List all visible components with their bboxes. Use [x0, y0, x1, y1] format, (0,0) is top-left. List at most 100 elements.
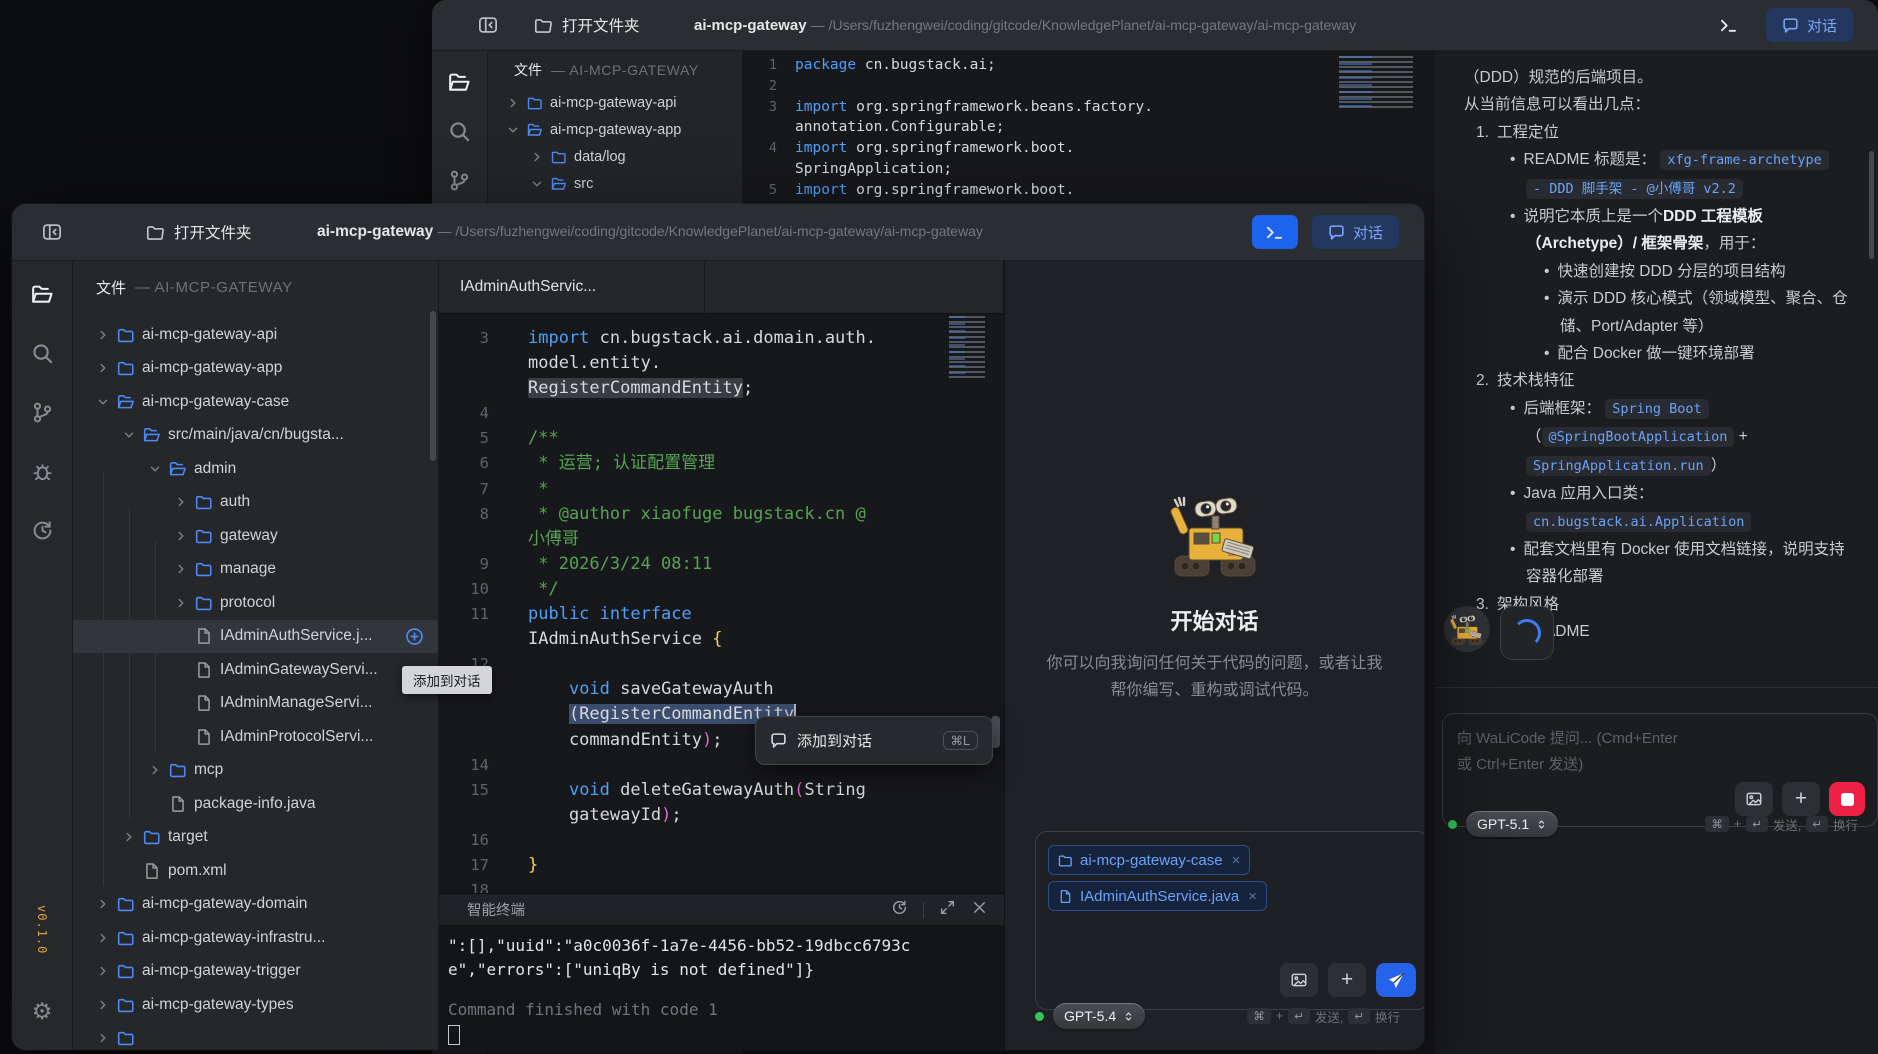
tab-iadminauthservice[interactable]: IAdminAuthServic... — [439, 261, 705, 313]
tree-item[interactable]: gateway — [73, 519, 438, 553]
terminal-button[interactable] — [1706, 8, 1752, 42]
file-icon — [169, 795, 187, 813]
code-line: 4import org.springframework.boot. — [743, 138, 1433, 159]
search-icon[interactable] — [31, 342, 54, 365]
toggle-sidebar-button[interactable] — [472, 9, 504, 41]
history-icon[interactable] — [31, 519, 54, 542]
chevron-icon — [148, 763, 162, 777]
minimap[interactable] — [1339, 56, 1413, 111]
walle-robot-illustration — [1164, 486, 1266, 582]
chat-empty-state: 开始对话 你可以向我询问任何关于代码的问题，或者让我 帮你编写、重构或调试代码。 — [1005, 486, 1424, 704]
explorer-header: 文件 — AI-MCP-GATEWAY — [488, 51, 742, 89]
chevron-icon — [530, 150, 544, 164]
fg-chat-input[interactable]: ai-mcp-gateway-case× IAdminAuthService.ja… — [1035, 831, 1424, 1010]
tree-item[interactable]: ai-mcp-gateway-infrastru... — [73, 921, 438, 955]
assistant-text-line: （@SpringBootApplication + — [1464, 423, 1856, 451]
settings-gear-icon[interactable]: ⚙ — [32, 1000, 53, 1023]
foreground-ide-window: 打开文件夹 ai-mcp-gateway — /Users/fuzhengwei… — [12, 204, 1424, 1050]
tree-item[interactable]: ai-mcp-gateway-types — [73, 988, 438, 1022]
folder-icon — [195, 594, 213, 612]
folder-open-icon — [117, 393, 135, 411]
tree-item[interactable]: auth — [73, 486, 438, 520]
tree-item-label: pom.xml — [168, 862, 227, 880]
scrollbar[interactable] — [430, 311, 436, 461]
tree-item[interactable]: ai-mcp-gateway-api — [73, 318, 438, 352]
send-button[interactable] — [1376, 963, 1416, 997]
tree-item[interactable]: IAdminAuthService.j... — [73, 620, 438, 654]
tree-item[interactable]: ai-mcp-gateway-trigger — [73, 955, 438, 989]
source-control-icon[interactable] — [448, 169, 471, 192]
explorer-header: 文件 — AI-MCP-GATEWAY — [73, 261, 438, 314]
terminal-close-icon[interactable] — [971, 899, 988, 920]
chat-toggle-button[interactable]: 对话 — [1766, 8, 1853, 42]
tree-item[interactable]: ai-mcp-gateway-domain — [73, 888, 438, 922]
explorer-icon[interactable] — [31, 283, 54, 306]
tree-item-label: admin — [194, 460, 236, 478]
tree-item[interactable]: ai-mcp-gateway-app — [73, 352, 438, 386]
tree-item-label: IAdminGatewayServi... — [220, 661, 378, 679]
file-icon — [195, 627, 213, 645]
tree-item-label: src/main/java/cn/bugsta... — [168, 426, 344, 444]
tree-item[interactable]: manage — [73, 553, 438, 587]
assistant-text-line: •后端框架： Spring Boot — [1464, 395, 1856, 423]
remove-chip-icon[interactable]: × — [1248, 888, 1257, 905]
open-folder-button[interactable]: 打开文件夹 — [146, 221, 252, 243]
model-selector[interactable]: GPT-5.4 — [1053, 1003, 1145, 1029]
debug-icon[interactable] — [31, 460, 54, 483]
bg-chat-input[interactable]: 向 WaLiCode 提问... (Cmd+Enter 或 Ctrl+Enter… — [1442, 713, 1878, 827]
terminal-history-icon[interactable] — [891, 899, 908, 920]
attach-image-button[interactable] — [1280, 963, 1318, 997]
tree-item[interactable]: mcp — [73, 754, 438, 788]
open-folder-button[interactable]: 打开文件夹 — [534, 14, 640, 36]
toggle-sidebar-button[interactable] — [36, 216, 68, 248]
add-context-button[interactable]: + — [1328, 963, 1366, 997]
tree-item[interactable]: ai-mcp-gateway-case — [73, 385, 438, 419]
code-line: 8 * @author xiaofuge bugstack.cn @ — [439, 502, 1004, 527]
terminal-output[interactable]: ":[],"uuid":"a0c0036f-1a7e-4456-bb52-19d… — [439, 925, 1004, 1050]
remove-chip-icon[interactable]: × — [1232, 852, 1241, 869]
source-control-icon[interactable] — [31, 401, 54, 424]
line-number: 18 — [439, 878, 489, 893]
folder-open-icon — [169, 460, 187, 478]
tree-item[interactable]: IAdminGatewayServi... — [73, 653, 438, 687]
line-number: 17 — [439, 853, 489, 878]
assistant-text-line: •快速创建按 DDD 分层的项目结构 — [1464, 258, 1856, 285]
line-number: 4 — [439, 401, 489, 426]
add-to-chat-menu[interactable]: 添加到对话 ⌘L — [755, 716, 993, 765]
explorer-icon[interactable] — [448, 71, 471, 94]
tree-item[interactable]: protocol — [73, 586, 438, 620]
tree-item[interactable] — [73, 1022, 438, 1051]
terminal-expand-icon[interactable] — [939, 899, 956, 920]
chat-toggle-button[interactable]: 对话 — [1312, 215, 1399, 249]
assistant-text-line: SpringApplication.run） — [1464, 452, 1856, 480]
terminal-button[interactable] — [1252, 215, 1298, 249]
folder-icon — [117, 996, 135, 1014]
add-to-chat-button[interactable] — [405, 627, 424, 646]
tree-item[interactable]: package-info.java — [73, 787, 438, 821]
tree-item[interactable]: target — [73, 821, 438, 855]
scrollbar[interactable] — [1869, 151, 1874, 259]
minimap[interactable] — [949, 316, 985, 378]
tree-item[interactable]: ai-mcp-gateway-app — [488, 116, 742, 143]
search-icon[interactable] — [448, 120, 471, 143]
folder-icon — [195, 560, 213, 578]
line-number: 3 — [743, 97, 777, 118]
line-number: 11 — [439, 602, 489, 627]
tree-item[interactable]: src/main/java/cn/bugsta... — [73, 419, 438, 453]
fg-code-area[interactable]: 3import cn.bugstack.ai.domain.auth.model… — [439, 314, 1004, 893]
context-chip[interactable]: IAdminAuthService.java× — [1048, 881, 1267, 911]
tree-item[interactable]: ai-mcp-gateway-api — [488, 89, 742, 116]
model-selector[interactable]: GPT-5.1 — [1466, 811, 1558, 837]
chevron-icon — [96, 328, 110, 342]
tree-item[interactable]: pom.xml — [73, 854, 438, 888]
context-chip[interactable]: ai-mcp-gateway-case× — [1048, 845, 1250, 875]
line-number — [439, 376, 489, 401]
chevron-icon — [96, 1031, 110, 1045]
tree-item-label: ai-mcp-gateway-domain — [142, 895, 307, 913]
tree-item[interactable]: IAdminManageServi... — [73, 687, 438, 721]
tree-item[interactable]: data/log — [488, 143, 742, 170]
tree-item[interactable]: admin — [73, 452, 438, 486]
tree-item[interactable]: src — [488, 170, 742, 197]
folder-icon — [117, 326, 135, 344]
tree-item[interactable]: IAdminProtocolServi... — [73, 720, 438, 754]
